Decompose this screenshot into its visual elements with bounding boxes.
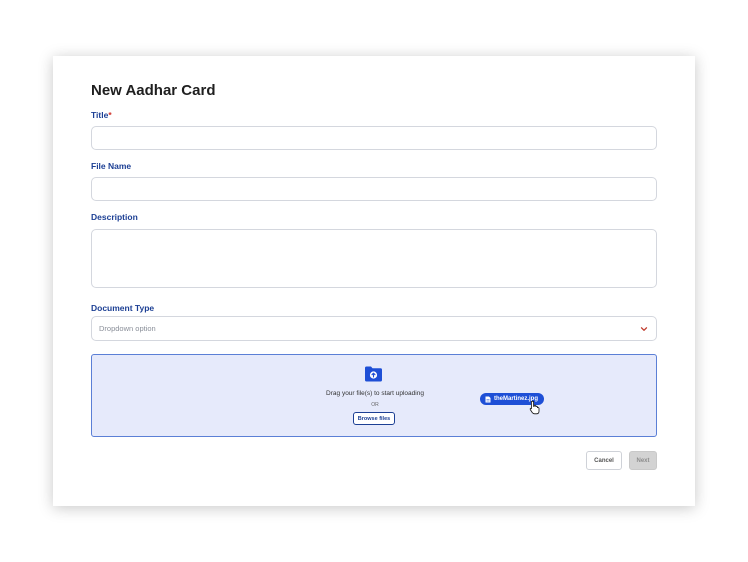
document-type-placeholder: Dropdown option — [99, 324, 156, 333]
title-field[interactable] — [91, 126, 657, 150]
description-field[interactable] — [91, 229, 657, 288]
file-name-label: File Name — [91, 161, 132, 171]
cancel-button[interactable]: Cancel — [586, 451, 622, 470]
description-textarea[interactable] — [92, 230, 656, 287]
required-mark: * — [108, 110, 112, 120]
hand-cursor-icon — [529, 400, 541, 415]
document-type-select[interactable]: Dropdown option — [91, 316, 657, 341]
file-dropzone[interactable]: Drag your file(s) to start uploading OR … — [91, 354, 657, 437]
or-separator: OR — [371, 402, 379, 408]
description-label: Description — [91, 212, 138, 222]
next-button[interactable]: Next — [629, 451, 657, 470]
drag-instructions: Drag your file(s) to start uploading — [326, 390, 424, 397]
file-icon — [485, 396, 491, 403]
new-document-card: New Aadhar Card Title* File Name Descrip… — [53, 56, 695, 506]
browse-files-button[interactable]: Browse files — [353, 412, 395, 425]
title-input[interactable] — [92, 127, 656, 149]
file-name-field[interactable] — [91, 177, 657, 201]
page-title: New Aadhar Card — [91, 82, 216, 99]
chevron-down-icon — [640, 325, 648, 333]
document-type-label: Document Type — [91, 303, 155, 313]
file-name-input[interactable] — [92, 178, 656, 200]
folder-upload-icon — [364, 364, 383, 383]
title-label: Title* — [91, 110, 112, 120]
